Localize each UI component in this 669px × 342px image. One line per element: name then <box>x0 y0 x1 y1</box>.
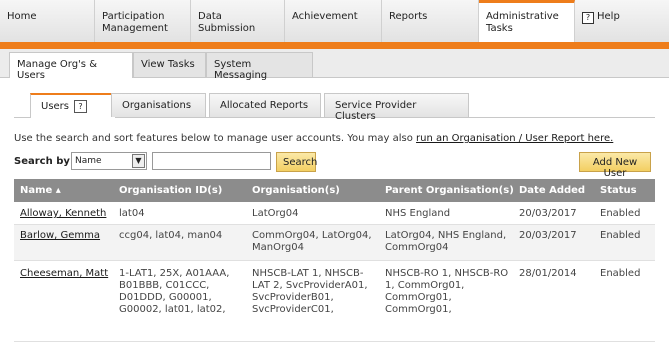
table-row: Alloway, Kenneth lat04 LatOrg04 NHS Engl… <box>14 202 655 225</box>
chevron-down-icon: ▼ <box>132 154 145 168</box>
subtab-label: System Messaging <box>214 59 268 81</box>
tab-users[interactable]: Users? <box>30 93 116 118</box>
table-row: Cheeseman, Matt 1-LAT1, 25X, A01AAA, B01… <box>14 261 655 342</box>
search-input[interactable] <box>152 152 271 170</box>
search-field-select[interactable]: Name ▼ <box>71 152 147 170</box>
nav-home[interactable]: Home <box>0 0 95 42</box>
help-icon: ? <box>582 12 594 24</box>
help-icon[interactable]: ? <box>74 100 88 113</box>
nav-participation-label: Participation Management <box>102 11 168 34</box>
subtab-label: Manage Org's & Users <box>17 59 97 81</box>
column-header-date-added[interactable]: Date Added <box>519 185 585 196</box>
tab-organisations[interactable]: Organisations <box>111 93 206 117</box>
subtab-manage-orgs-users[interactable]: Manage Org's & Users <box>9 52 133 81</box>
top-navigation: Home Participation Management Data Submi… <box>0 0 669 43</box>
tab-users-label: Users <box>41 101 70 112</box>
column-header-status[interactable]: Status <box>600 185 637 196</box>
nav-achievement[interactable]: Achievement <box>285 0 382 42</box>
nav-participation-management[interactable]: Participation Management <box>95 0 191 42</box>
nav-accent-bar <box>0 42 669 49</box>
nav-reports[interactable]: Reports <box>382 0 479 42</box>
table-row: Barlow, Gemma ccg04, lat04, man04 CommOr… <box>14 225 655 261</box>
org-ids-cell: 1-LAT1, 25X, A01AAA, B01BBB, C01CCC, D01… <box>119 268 230 315</box>
orgs-cell: NHSCB-LAT 1, NHSCB-LAT 2, SvcProviderA01… <box>252 268 368 315</box>
nav-data-submission[interactable]: Data Submission <box>191 0 285 42</box>
tab-allocated-reports[interactable]: Allocated Reports <box>209 93 321 117</box>
intro-sentence: Use the search and sort features below t… <box>14 133 417 144</box>
tab-service-provider-clusters[interactable]: Service Provider Clusters <box>324 93 469 122</box>
user-admin-tabs: Users? Organisations Allocated Reports S… <box>14 91 655 122</box>
parent-orgs-cell: NHS England <box>385 208 451 219</box>
search-bar: Search by: Name ▼ Search Add New User <box>14 152 655 179</box>
users-table: Name ▴ Organisation ID(s) Organisation(s… <box>14 179 655 342</box>
tab-label: Allocated Reports <box>220 100 309 111</box>
column-header-name[interactable]: Name ▴ <box>20 185 61 196</box>
nav-home-label: Home <box>7 11 37 22</box>
search-button[interactable]: Search <box>276 152 317 172</box>
status-cell: Enabled <box>600 208 641 219</box>
search-field-selected: Name <box>75 156 102 166</box>
status-cell: Enabled <box>600 268 641 279</box>
user-name-link[interactable]: Cheeseman, Matt <box>20 268 108 280</box>
intro-text: Use the search and sort features below t… <box>14 133 613 144</box>
nav-reports-label: Reports <box>389 11 428 22</box>
subtab-system-messaging[interactable]: System Messaging <box>206 52 313 81</box>
nav-achievement-label: Achievement <box>292 11 358 22</box>
user-name-link[interactable]: Barlow, Gemma <box>20 230 100 242</box>
nav-help-label: Help <box>597 11 620 22</box>
column-header-parent-orgs[interactable]: Parent Organisation(s) <box>385 185 514 196</box>
org-user-report-link[interactable]: run an Organisation / User Report here. <box>416 133 613 144</box>
nav-help[interactable]: ? Help <box>575 0 669 42</box>
tab-label: Organisations <box>122 100 192 111</box>
user-name-link[interactable]: Alloway, Kenneth <box>20 208 106 220</box>
column-header-org-ids[interactable]: Organisation ID(s) <box>119 185 222 196</box>
org-ids-cell: ccg04, lat04, man04 <box>119 230 223 241</box>
parent-orgs-cell: LatOrg04, NHS England, CommOrg04 <box>385 230 507 253</box>
subtab-view-tasks[interactable]: View Tasks <box>133 52 206 77</box>
subtab-label: View Tasks <box>141 59 195 70</box>
search-by-label: Search by: <box>14 156 74 167</box>
tab-label: Service Provider Clusters <box>335 100 417 122</box>
org-ids-cell: lat04 <box>119 208 145 219</box>
table-header: Name ▴ Organisation ID(s) Organisation(s… <box>14 179 655 202</box>
nav-data-submission-label: Data Submission <box>198 11 256 34</box>
date-added-cell: 28/01/2014 <box>519 268 577 279</box>
status-cell: Enabled <box>600 230 641 241</box>
date-added-cell: 20/03/2017 <box>519 230 577 241</box>
add-new-user-button[interactable]: Add New User <box>579 152 651 179</box>
nav-admin-label: Administrative Tasks <box>486 11 559 34</box>
parent-orgs-cell: NHSCB-RO 1, NHSCB-RO 1, CommOrg01, CommO… <box>385 268 509 315</box>
orgs-cell: LatOrg04 <box>252 208 299 219</box>
column-header-orgs[interactable]: Organisation(s) <box>252 185 340 196</box>
nav-administrative-tasks[interactable]: Administrative Tasks <box>479 0 575 42</box>
orgs-cell: CommOrg04, LatOrg04, ManOrg04 <box>252 230 372 253</box>
date-added-cell: 20/03/2017 <box>519 208 577 219</box>
sub-navigation: Manage Org's & Users View Tasks System M… <box>0 49 669 81</box>
